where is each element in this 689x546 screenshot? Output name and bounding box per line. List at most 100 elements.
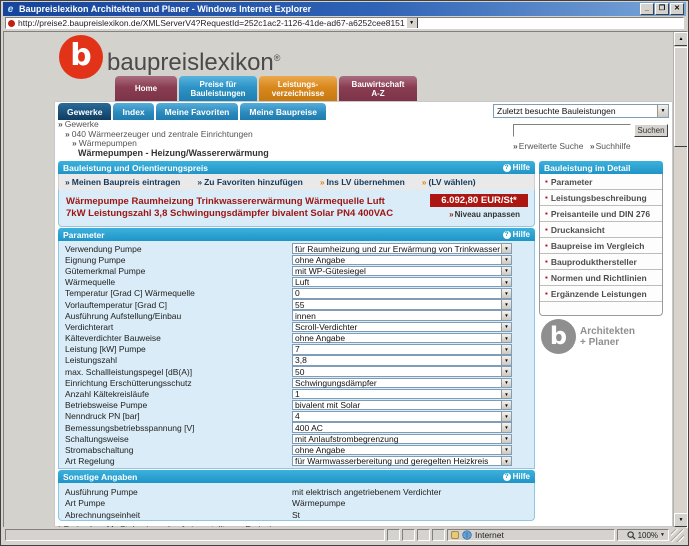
parameter-select[interactable]: 0 ▼	[292, 288, 512, 299]
ie-logo-icon: e	[5, 4, 16, 15]
minimize-button[interactable]: _	[640, 3, 654, 15]
detail-menu-item[interactable]: ▪ Leistungsbeschreibung	[540, 190, 662, 206]
dropdown-arrow-icon[interactable]: ▼	[501, 311, 511, 320]
dropdown-arrow-icon[interactable]: ▼	[501, 435, 511, 444]
parameter-select[interactable]: ohne Angabe ▼	[292, 445, 512, 456]
dropdown-arrow-icon[interactable]: ▼	[501, 300, 511, 309]
advanced-search-link[interactable]: Erweiterte Suche	[519, 141, 584, 151]
address-dropdown-button[interactable]: ▼	[406, 17, 418, 29]
brand-logo-icon[interactable]: b	[59, 35, 103, 79]
parameter-select-value: 1	[293, 389, 501, 399]
help-link[interactable]: ?Hilfe	[503, 472, 530, 481]
parameter-select[interactable]: 4 ▼	[292, 411, 512, 422]
parameter-label: Anzahl Kältekreisläufe	[62, 389, 292, 399]
chevron-icon: »	[320, 177, 325, 187]
tab-label-line2: Bauleistungen	[181, 89, 255, 98]
tab-bauwirtschaft-a-z[interactable]: Bauwirtschaft A-Z	[339, 76, 417, 101]
dropdown-arrow-icon[interactable]: ▼	[501, 256, 511, 265]
parameter-select[interactable]: für Warmwasserbereitung und geregelten H…	[292, 456, 512, 467]
offer-action-label: (LV wählen)	[429, 177, 476, 187]
bullet-icon: ▪	[545, 273, 548, 282]
parameter-select[interactable]: ohne Angabe ▼	[292, 333, 512, 344]
architekten-planer-label: Architekten + Planer	[580, 326, 635, 348]
search-help-link[interactable]: Suchhilfe	[596, 141, 631, 151]
dropdown-arrow-icon[interactable]: ▼	[501, 446, 511, 455]
tab-preise-fuer-bauleistungen[interactable]: Preise für Bauleistungen	[179, 76, 257, 101]
dropdown-arrow-icon[interactable]: ▼	[501, 367, 511, 376]
niveau-anpassen-link[interactable]: »Niveau anpassen	[449, 210, 520, 219]
dropdown-arrow-icon[interactable]: ▼	[501, 457, 511, 466]
tab-meine-baupreise[interactable]: Meine Baupreise	[240, 103, 326, 120]
dropdown-arrow-icon[interactable]: ▼	[501, 412, 511, 421]
detail-menu-item[interactable]: ▪ Baupreise im Vergleich	[540, 238, 662, 254]
vertical-scrollbar[interactable]: ▲ ▼	[673, 32, 687, 527]
tab-home[interactable]: Home	[115, 76, 177, 101]
dropdown-arrow-icon[interactable]: ▼	[501, 334, 511, 343]
dropdown-arrow-icon[interactable]: ▼	[501, 244, 511, 253]
breadcrumb-label: Wärmepumpen	[79, 138, 137, 148]
tab-meine-baupreise-label: Meine Baupreise	[249, 107, 317, 117]
resize-grip[interactable]	[671, 529, 684, 542]
parameter-select[interactable]: Luft ▼	[292, 277, 512, 288]
parameter-select[interactable]: 3,8 ▼	[292, 355, 512, 366]
parameter-select[interactable]: 400 AC ▼	[292, 422, 512, 433]
parameter-select[interactable]: 7 ▼	[292, 344, 512, 355]
detail-menu-item[interactable]: ▪ Normen und Richtlinien	[540, 270, 662, 286]
scrollbar-thumb[interactable]	[674, 47, 688, 147]
detail-menu-item[interactable]: ▪ Preisanteile und DIN 276	[540, 206, 662, 222]
parameter-select[interactable]: Schwingungsdämpfer ▼	[292, 378, 512, 389]
dropdown-arrow-icon[interactable]: ▼	[657, 105, 668, 117]
dropdown-arrow-icon[interactable]: ▼	[501, 379, 511, 388]
parameter-select[interactable]: bivalent mit Solar ▼	[292, 400, 512, 411]
offer-action-link[interactable]: »Meinen Baupreis eintragen	[65, 177, 180, 187]
parameter-select[interactable]: 1 ▼	[292, 389, 512, 400]
parameter-select[interactable]: Scroll-Verdichter ▼	[292, 322, 512, 333]
offer-action-link[interactable]: »Ins LV übernehmen	[320, 177, 405, 187]
scroll-up-button[interactable]: ▲	[674, 32, 688, 46]
tab-index[interactable]: Index	[113, 103, 153, 120]
maximize-button[interactable]: ❐	[655, 3, 669, 15]
detail-menu-item[interactable]: ▪ Ergänzende Leistungen	[540, 286, 662, 302]
dropdown-arrow-icon[interactable]: ▼	[501, 423, 511, 432]
tab-meine-favoriten[interactable]: Meine Favoriten	[156, 103, 239, 120]
search-input[interactable]	[513, 124, 631, 137]
parameter-select[interactable]: für Raumheizung und zur Erwärmung von Tr…	[292, 243, 512, 254]
help-link[interactable]: ?Hilfe	[503, 163, 530, 172]
offer-section-header: Bauleistung und Orientierungspreis ?Hilf…	[58, 161, 535, 174]
close-button[interactable]: ✕	[670, 3, 684, 15]
dropdown-arrow-icon[interactable]: ▼	[501, 323, 511, 332]
other-row: Abrechnungseinheit St	[62, 509, 531, 521]
dropdown-arrow-icon[interactable]: ▼	[501, 267, 511, 276]
parameter-select-value: Luft	[293, 277, 501, 287]
bauleistung-description: Wärmepumpe Raumheizung Trinkwassererwärm…	[66, 196, 393, 220]
parameter-select[interactable]: 55 ▼	[292, 299, 512, 310]
parameter-select[interactable]: mit Anlaufstrombegrenzung ▼	[292, 434, 512, 445]
detail-menu-item-label: Baupreise im Vergleich	[551, 241, 645, 251]
parameter-select[interactable]: innen ▼	[292, 310, 512, 321]
parameter-select[interactable]: 50 ▼	[292, 366, 512, 377]
scroll-down-button[interactable]: ▼	[674, 513, 688, 527]
detail-menu-item[interactable]: ▪ Druckansicht	[540, 222, 662, 238]
dropdown-arrow-icon[interactable]: ▼	[501, 345, 511, 354]
detail-menu: Bauleistung im Detail ▪ Parameter ▪ Leis…	[539, 161, 663, 316]
parameter-select[interactable]: mit WP-Gütesiegel ▼	[292, 266, 512, 277]
parameter-label: Eignung Pumpe	[62, 255, 292, 265]
offer-action-link[interactable]: »(LV wählen)	[422, 177, 476, 187]
dropdown-arrow-icon[interactable]: ▼	[501, 289, 511, 298]
brand-wordmark: baupreislexikon®	[107, 48, 280, 77]
dropdown-arrow-icon[interactable]: ▼	[501, 401, 511, 410]
dropdown-arrow-icon[interactable]: ▼	[501, 278, 511, 287]
dropdown-arrow-icon[interactable]: ▼	[501, 356, 511, 365]
zoom-control[interactable]: 100% ▼	[617, 529, 669, 541]
offer-action-link[interactable]: »Zu Favoriten hinzufügen	[197, 177, 302, 187]
search-button[interactable]: Suchen	[634, 124, 668, 137]
tab-gewerke[interactable]: Gewerke	[58, 103, 111, 120]
detail-menu-item[interactable]: ▪ Bauprodukthersteller	[540, 254, 662, 270]
recent-bauleistungen-select[interactable]: Zuletzt besuchte Bauleistungen ▼	[493, 104, 669, 118]
detail-menu-item[interactable]: ▪ Parameter	[540, 174, 662, 190]
parameter-select[interactable]: ohne Angabe ▼	[292, 255, 512, 266]
dropdown-arrow-icon[interactable]: ▼	[501, 390, 511, 399]
help-link[interactable]: ?Hilfe	[503, 230, 530, 239]
tab-leistungsverzeichnisse[interactable]: Leistungs- verzeichnisse	[259, 76, 337, 101]
address-input[interactable]: http://preise2.baupreislexikon.de/XMLSer…	[5, 17, 684, 29]
